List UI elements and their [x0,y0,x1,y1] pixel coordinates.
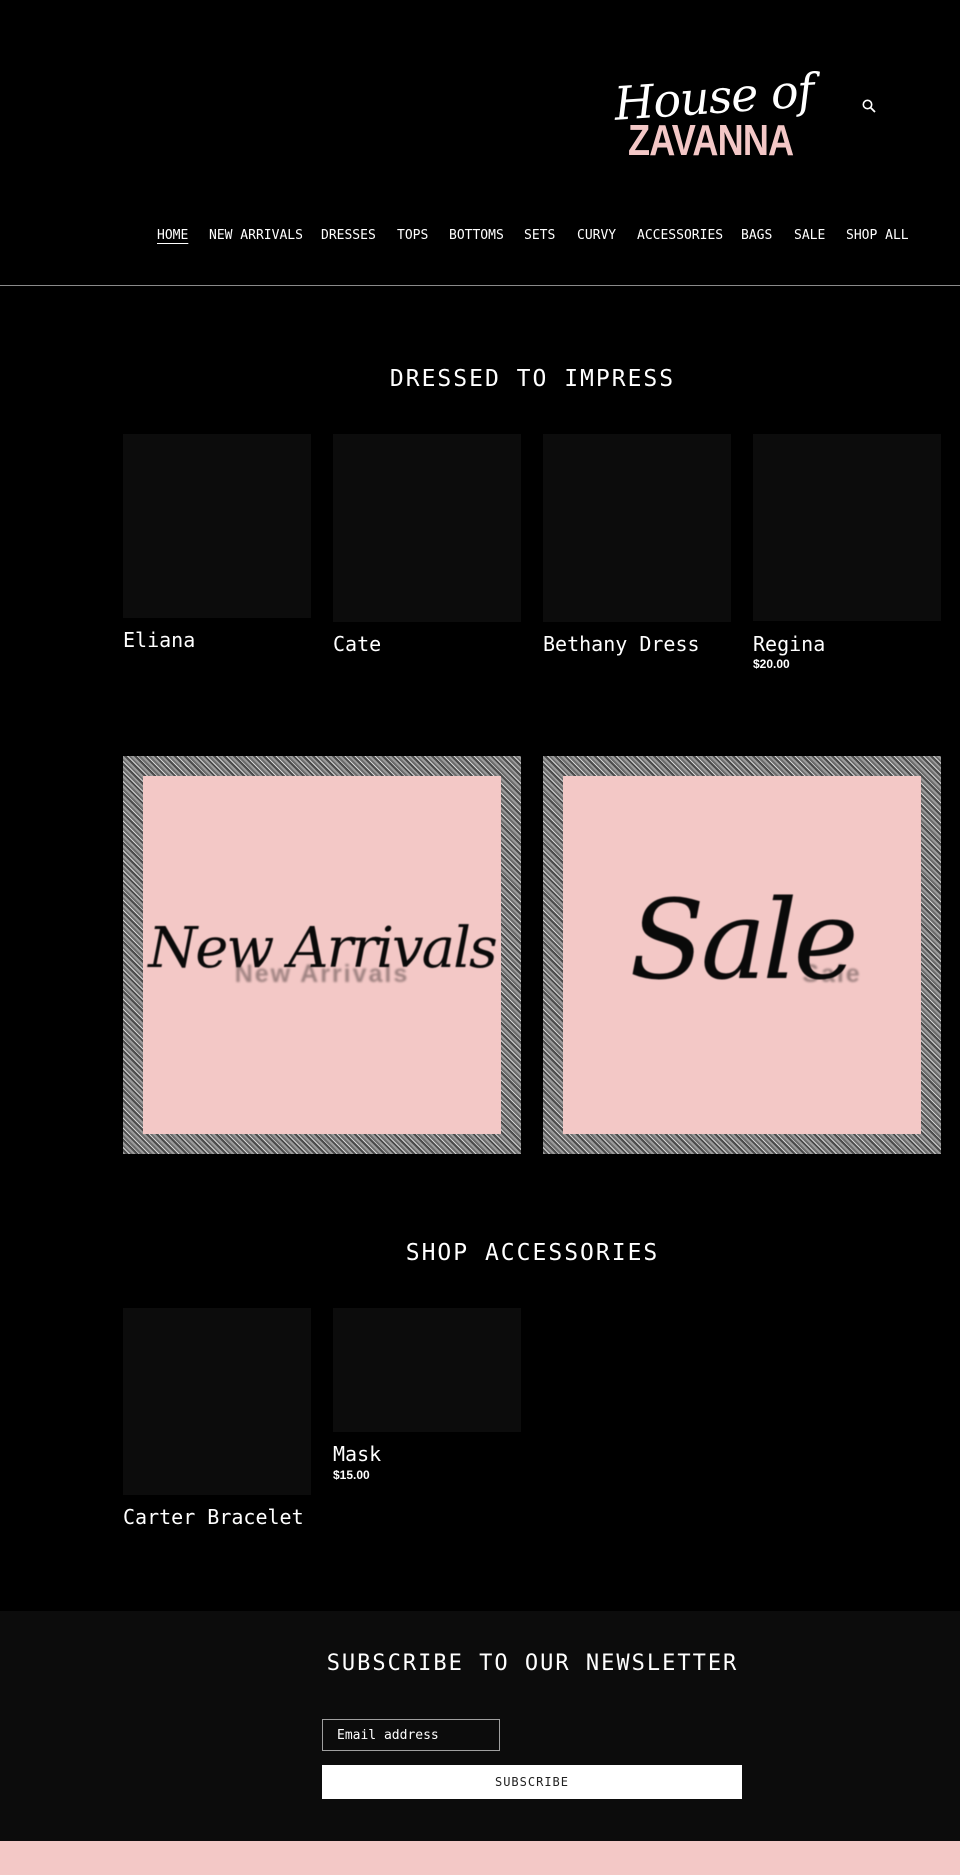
nav-item-new-arrivals[interactable]: NEW ARRIVALS [209,228,303,243]
nav-item-sale[interactable]: SALE [794,228,825,243]
email-field[interactable] [322,1719,500,1751]
product-image-cate[interactable] [333,434,521,622]
nav-item-tops[interactable]: TOPS [397,228,428,243]
logo-brand-name: ZAVANNA [628,116,794,165]
product-image-mask[interactable] [333,1308,521,1432]
nav-item-accessories[interactable]: ACCESSORIES [637,228,723,243]
product-image-regina[interactable] [753,434,941,621]
nav-item-shop-all[interactable]: SHOP ALL [846,228,909,243]
nav-item-sets[interactable]: SETS [524,228,555,243]
newsletter-section: SUBSCRIBE TO OUR NEWSLETTER SUBSCRIBE [0,1611,960,1841]
nav-item-bags[interactable]: BAGS [741,228,772,243]
featured-section-title: DRESSED TO IMPRESS [389,366,676,392]
product-price-regina: $20.00 [753,657,790,671]
promo-script-text: Sale [629,876,858,1004]
site-header: House of ZAVANNA HOME NEW ARRIVALS DRESS… [0,0,960,286]
product-title-carter-bracelet[interactable]: Carter Bracelet [123,1505,304,1529]
product-title-cate[interactable]: Cate [333,632,381,656]
nav-item-bottoms[interactable]: BOTTOMS [449,228,504,243]
nav-item-dresses[interactable]: DRESSES [321,228,376,243]
promo-panel: Sale Sale [563,776,921,1134]
product-title-bethany-dress[interactable]: Bethany Dress [543,632,700,656]
product-image-eliana[interactable] [123,434,311,618]
footer-bar [0,1841,960,1875]
product-title-mask[interactable]: Mask [333,1442,381,1466]
product-title-regina[interactable]: Regina [753,632,825,656]
brand-logo[interactable]: House of ZAVANNA [610,63,815,170]
promo-sale[interactable]: Sale Sale [543,756,941,1154]
product-title-eliana[interactable]: Eliana [123,628,195,652]
product-image-carter-bracelet[interactable] [123,1308,311,1495]
promo-script-text: New Arrivals [148,916,497,981]
accessories-section-title: SHOP ACCESSORIES [405,1240,660,1266]
subscribe-button[interactable]: SUBSCRIBE [322,1765,742,1799]
main-nav: HOME NEW ARRIVALS DRESSES TOPS BOTTOMS S… [0,228,960,248]
promo-panel: New Arrivals New Arrivals [143,776,501,1134]
product-price-mask: $15.00 [333,1468,370,1482]
newsletter-title: SUBSCRIBE TO OUR NEWSLETTER [326,1651,739,1676]
search-icon[interactable] [862,99,876,113]
nav-item-curvy[interactable]: CURVY [577,228,616,243]
promo-new-arrivals[interactable]: New Arrivals New Arrivals [123,756,521,1154]
nav-item-home[interactable]: HOME [157,228,188,243]
product-image-bethany-dress[interactable] [543,434,731,622]
